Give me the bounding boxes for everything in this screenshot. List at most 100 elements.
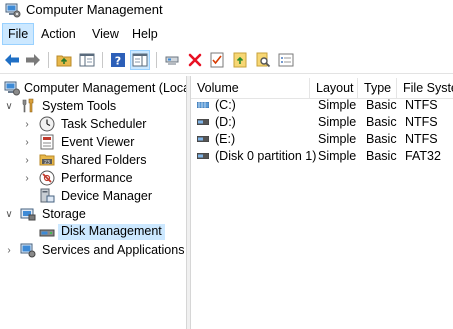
tree-item-root[interactable]: Computer Management (Local xyxy=(0,79,186,97)
chevron-right-icon[interactable]: › xyxy=(4,241,14,259)
list-view-button[interactable] xyxy=(276,50,296,70)
tree-label-event-viewer: Event Viewer xyxy=(61,135,135,149)
column-header-type[interactable]: Type xyxy=(358,78,397,98)
menu-bar: File Action View Help xyxy=(0,23,453,45)
volume-file-system: NTFS xyxy=(405,115,438,129)
show-hide-tree-button[interactable] xyxy=(77,50,97,70)
tree-label-shared-folders: Shared Folders xyxy=(61,153,147,167)
clock-icon xyxy=(39,116,55,132)
tree-label-device-manager: Device Manager xyxy=(61,189,153,203)
chevron-right-icon[interactable]: › xyxy=(22,169,32,187)
volume-layout: Simple xyxy=(318,115,357,129)
volume-file-system: NTFS xyxy=(405,98,438,112)
drive-icon xyxy=(197,153,209,159)
svg-text:?: ? xyxy=(115,55,121,68)
title-bar: Computer Management xyxy=(0,0,453,22)
volume-type: Basic xyxy=(366,132,397,146)
table-row[interactable]: (Disk 0 partition 1) Simple Basic FAT32 xyxy=(191,148,453,165)
chevron-right-icon[interactable]: › xyxy=(22,133,32,151)
search-icon xyxy=(256,52,271,68)
volume-list: Volume Layout Type File Syste (C:) Simpl… xyxy=(191,76,453,329)
volume-layout: Simple xyxy=(318,149,357,163)
search-button[interactable] xyxy=(253,50,273,70)
help-icon: ? xyxy=(111,53,125,68)
column-header-file-system[interactable]: File Syste xyxy=(397,78,453,98)
forward-button[interactable] xyxy=(23,50,43,70)
drive-icon xyxy=(197,136,209,142)
up-level-button[interactable] xyxy=(54,50,74,70)
menu-file[interactable]: File xyxy=(2,23,35,45)
volume-name: (E:) xyxy=(215,132,236,146)
shared-folder-icon: 23 xyxy=(39,154,55,166)
tree-item-storage[interactable]: ∨ Storage xyxy=(0,205,186,223)
computer-management-icon xyxy=(5,3,21,18)
tree-label-performance: Performance xyxy=(61,171,133,185)
table-row[interactable]: (D:) Simple Basic NTFS xyxy=(191,114,453,131)
action-pane-button[interactable] xyxy=(130,50,150,70)
column-header-layout[interactable]: Layout xyxy=(310,78,358,98)
connect-button[interactable] xyxy=(162,50,182,70)
volume-file-system: FAT32 xyxy=(405,149,441,163)
volume-layout: Simple xyxy=(318,132,357,146)
tree-item-performance[interactable]: › Performance xyxy=(0,169,186,187)
volume-name: (Disk 0 partition 1) xyxy=(215,149,317,163)
system-tools-icon xyxy=(22,98,34,113)
back-button[interactable] xyxy=(2,50,22,70)
tree-label-system-tools: System Tools xyxy=(42,99,117,113)
volume-name: (D:) xyxy=(215,115,236,129)
chevron-right-icon[interactable]: › xyxy=(22,115,32,133)
chevron-down-icon[interactable]: ∨ xyxy=(4,97,14,115)
chevron-right-icon[interactable]: › xyxy=(22,151,32,169)
tree-item-task-scheduler[interactable]: › Task Scheduler xyxy=(0,115,186,133)
performance-icon xyxy=(39,170,55,186)
column-header-volume[interactable]: Volume xyxy=(191,78,310,98)
volume-type: Basic xyxy=(366,115,397,129)
disk-management-icon xyxy=(39,229,55,237)
table-row[interactable]: (E:) Simple Basic NTFS xyxy=(191,131,453,148)
action-pane-icon xyxy=(132,53,148,67)
navigation-tree: Computer Management (Local ∨ System Tool… xyxy=(0,76,186,329)
tree-label-services-apps: Services and Applications xyxy=(42,243,185,257)
up-folder-icon xyxy=(56,55,72,67)
volume-name: (C:) xyxy=(215,98,236,112)
svg-text:23: 23 xyxy=(44,160,50,166)
window-title: Computer Management xyxy=(26,2,163,17)
drive-icon xyxy=(197,119,209,125)
event-viewer-icon xyxy=(40,134,54,150)
toolbar: ? xyxy=(0,46,453,74)
chevron-down-icon[interactable]: ∨ xyxy=(4,205,14,223)
properties-icon xyxy=(210,52,224,68)
properties-button[interactable] xyxy=(207,50,227,70)
tree-label-root: Computer Management (Local xyxy=(24,81,186,95)
striped-drive-icon xyxy=(197,102,209,108)
help-button[interactable]: ? xyxy=(108,50,128,70)
tree-item-disk-management[interactable]: Disk Management xyxy=(0,223,186,241)
tree-label-disk-management: Disk Management xyxy=(58,224,165,240)
tree-label-task-scheduler: Task Scheduler xyxy=(61,117,147,131)
volume-type: Basic xyxy=(366,98,397,112)
tree-item-shared-folders[interactable]: › 23 Shared Folders xyxy=(0,151,186,169)
back-arrow-icon xyxy=(5,54,19,66)
menu-action[interactable]: Action xyxy=(36,23,81,45)
forward-arrow-icon xyxy=(26,54,40,66)
services-icon xyxy=(20,243,36,258)
connect-icon xyxy=(165,56,179,65)
tree-item-system-tools[interactable]: ∨ System Tools xyxy=(0,97,186,115)
tree-item-device-manager[interactable]: Device Manager xyxy=(0,187,186,205)
menu-view[interactable]: View xyxy=(87,23,124,45)
tree-item-event-viewer[interactable]: › Event Viewer xyxy=(0,133,186,151)
volume-layout: Simple xyxy=(318,98,357,112)
open-icon xyxy=(233,52,247,68)
menu-help[interactable]: Help xyxy=(127,23,163,45)
tree-item-services-apps[interactable]: › Services and Applications xyxy=(0,241,186,259)
volume-file-system: NTFS xyxy=(405,132,438,146)
storage-icon xyxy=(20,208,36,221)
open-button[interactable] xyxy=(230,50,250,70)
delete-icon xyxy=(188,53,202,67)
volume-type: Basic xyxy=(366,149,397,163)
delete-button[interactable] xyxy=(185,50,205,70)
device-manager-icon xyxy=(40,188,55,203)
show-hide-tree-icon xyxy=(79,53,95,67)
computer-management-icon xyxy=(4,81,20,96)
table-row[interactable]: (C:) Simple Basic NTFS xyxy=(191,97,453,114)
